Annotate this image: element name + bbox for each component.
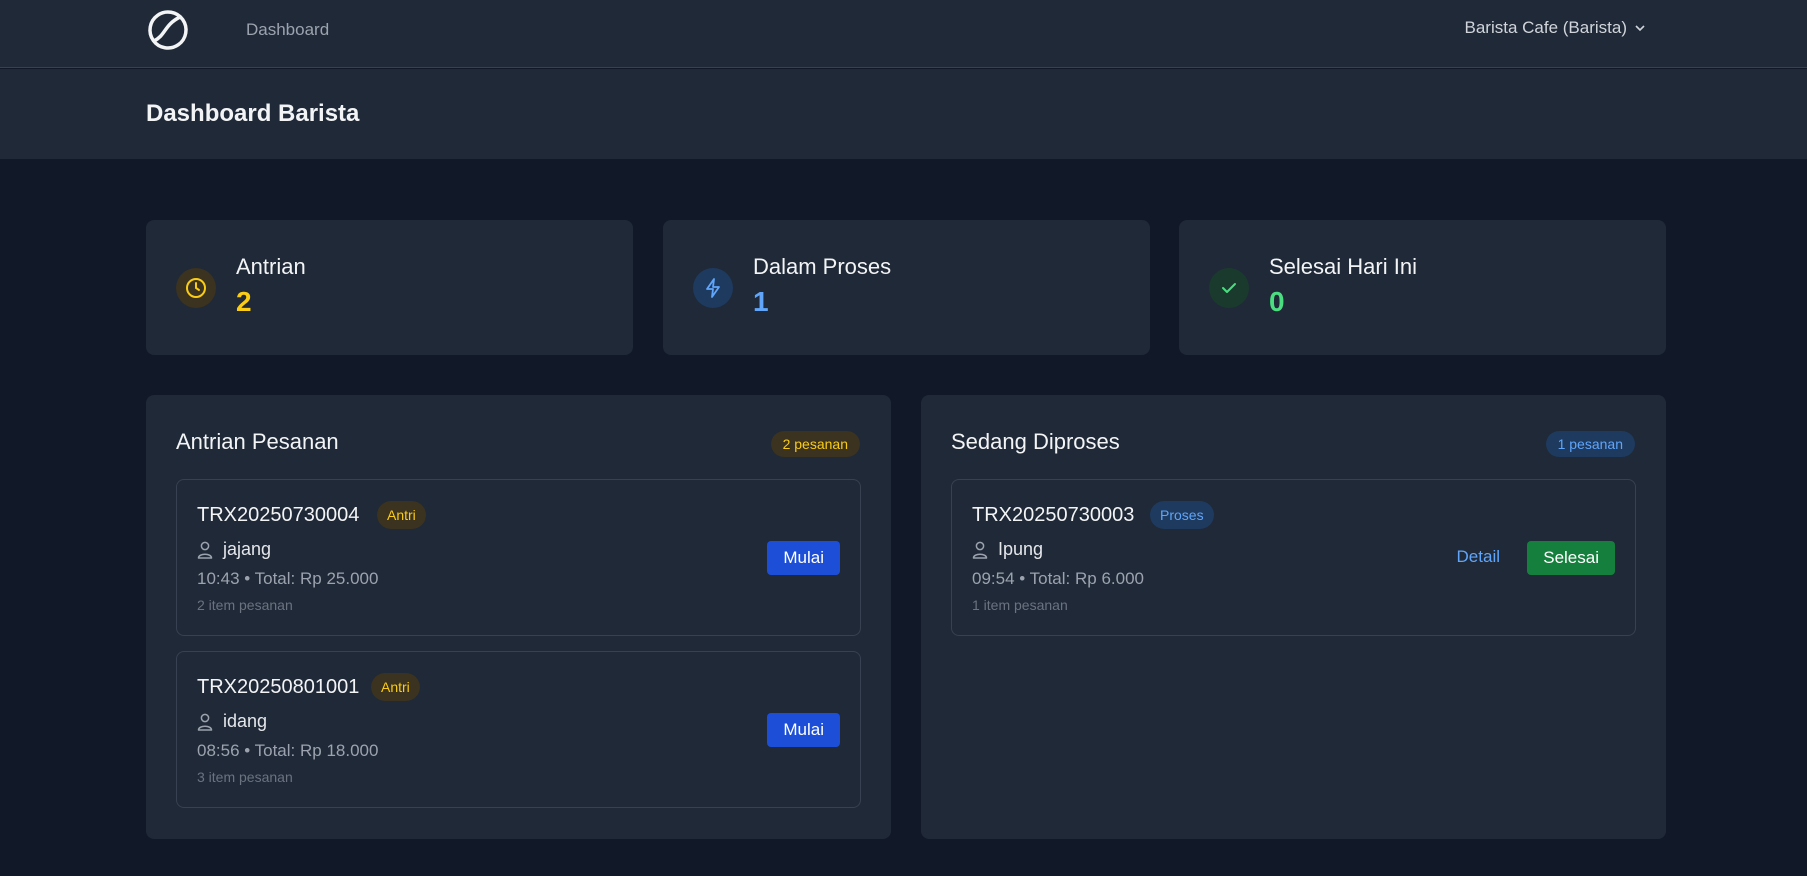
start-button[interactable]: Mulai — [767, 713, 840, 747]
user-icon — [197, 713, 213, 731]
status-badge: Antri — [377, 501, 426, 529]
stat-value: 2 — [236, 286, 252, 317]
queue-panel: Antrian Pesanan 2 pesanan TRX20250730004… — [146, 395, 891, 839]
status-badge: Proses — [1150, 501, 1214, 529]
lightning-icon — [693, 268, 733, 308]
stat-card-antrian: Antrian 2 — [146, 220, 633, 355]
customer-name: idang — [223, 711, 268, 731]
start-button[interactable]: Mulai — [767, 541, 840, 575]
order-meta: 08:56 • Total: Rp 18.000 — [197, 741, 379, 760]
user-icon — [197, 541, 213, 559]
panel-title: Sedang Diproses — [951, 429, 1120, 454]
coffee-bean-logo-icon[interactable] — [144, 5, 192, 53]
order-card: TRX20250730004 Antri jajang 10:43 • Tota… — [176, 479, 861, 636]
order-card: TRX20250801001 Antri idang 08:56 • Total… — [176, 651, 861, 808]
stat-label: Antrian — [236, 254, 306, 279]
customer-name: Ipung — [998, 539, 1044, 559]
user-menu-label: Barista Cafe (Barista) — [1464, 18, 1628, 37]
order-id: TRX20250801001 — [197, 676, 360, 698]
order-card: TRX20250730003 Proses Ipung 09:54 • Tota… — [951, 479, 1636, 636]
processing-panel: Sedang Diproses 1 pesanan TRX20250730003… — [921, 395, 1666, 839]
status-badge: Antri — [371, 673, 420, 701]
check-icon — [1209, 268, 1249, 308]
order-items: 1 item pesanan — [972, 597, 1068, 613]
order-count-badge: 1 pesanan — [1545, 431, 1635, 457]
order-meta: 10:43 • Total: Rp 25.000 — [197, 569, 379, 588]
panel-title: Antrian Pesanan — [176, 429, 339, 454]
customer-name: jajang — [223, 539, 272, 559]
order-meta: 09:54 • Total: Rp 6.000 — [972, 569, 1144, 588]
top-navbar: Dashboard Barista Cafe (Barista) — [0, 0, 1807, 68]
user-menu-dropdown[interactable]: Barista Cafe (Barista) — [1465, 18, 1648, 38]
chevron-down-icon — [1635, 25, 1645, 32]
finish-button[interactable]: Selesai — [1527, 541, 1615, 575]
clock-icon — [176, 268, 216, 308]
order-id: TRX20250730003 — [972, 504, 1135, 526]
stat-card-selesai: Selesai Hari Ini 0 — [1179, 220, 1666, 355]
stat-card-dalam-proses: Dalam Proses 1 — [663, 220, 1150, 355]
order-count-badge: 2 pesanan — [770, 431, 860, 457]
customer-row: jajang — [197, 539, 271, 560]
stat-value: 0 — [1269, 286, 1285, 317]
user-icon — [972, 541, 988, 559]
nav-dashboard-link[interactable]: Dashboard — [246, 20, 329, 40]
stat-value: 1 — [753, 286, 769, 317]
page-title: Dashboard Barista — [146, 100, 360, 127]
page-header: Dashboard Barista — [0, 69, 1807, 159]
order-items: 2 item pesanan — [197, 597, 293, 613]
order-id: TRX20250730004 — [197, 504, 360, 526]
detail-link[interactable]: Detail — [1457, 547, 1500, 567]
order-items: 3 item pesanan — [197, 769, 293, 785]
stat-label: Selesai Hari Ini — [1269, 254, 1417, 279]
stat-label: Dalam Proses — [753, 254, 892, 279]
customer-row: Ipung — [972, 539, 1043, 560]
customer-row: idang — [197, 711, 267, 732]
